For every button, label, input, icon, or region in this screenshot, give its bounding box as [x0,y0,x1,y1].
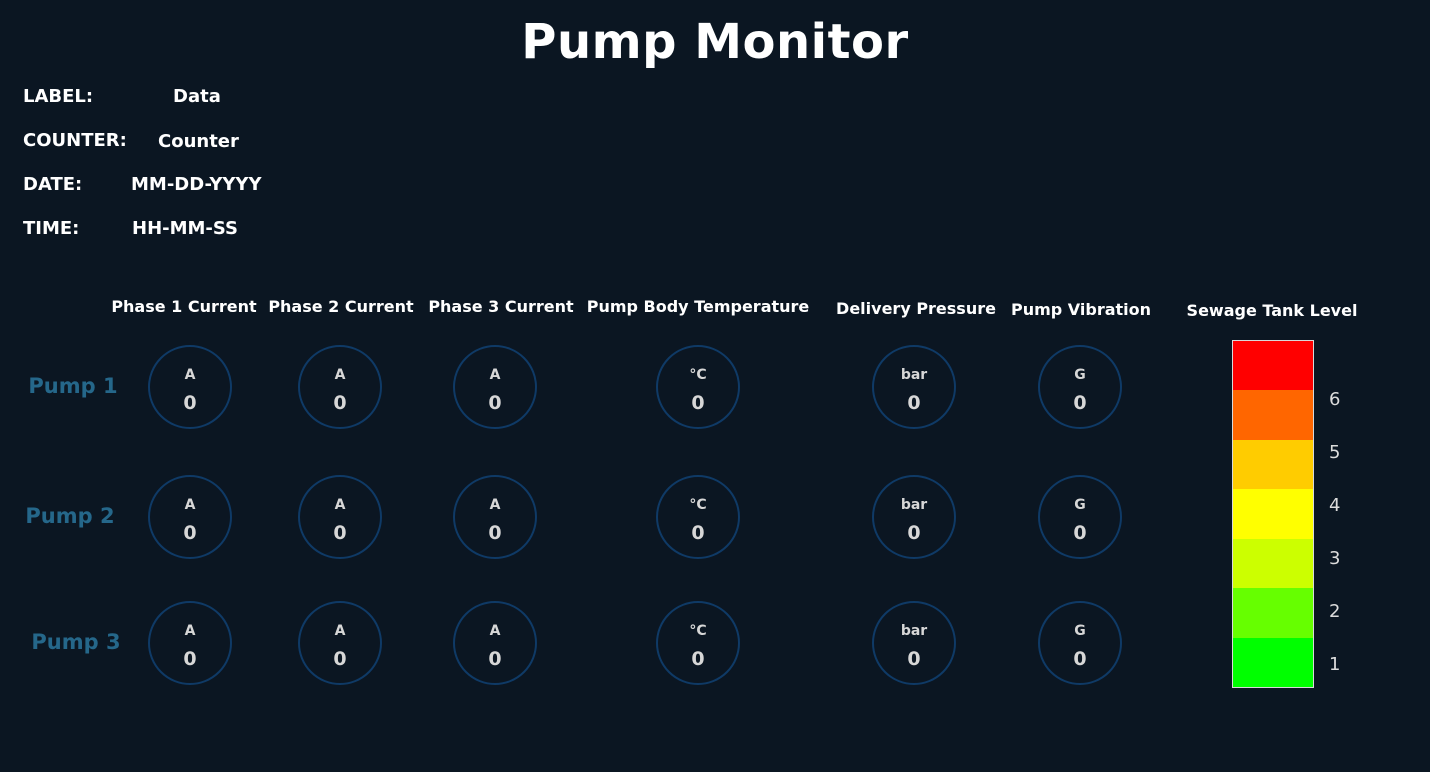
pump-monitor-page: Pump Monitor LABEL: Data COUNTER: Counte… [0,0,1430,772]
gauge-value: 0 [691,522,705,544]
tank-segment [1233,637,1313,687]
unit-label: A [184,497,196,513]
pump-1-phase-1-current-gauge: A 0 [148,345,232,429]
counter-value: Counter [158,131,239,152]
tank-segment [1233,588,1313,638]
pump-2-vibration-gauge: G 0 [1038,475,1122,559]
date-key: DATE: [23,174,83,195]
pump-3-delivery-pressure-gauge: bar 0 [872,601,956,685]
gauge-value: 0 [488,392,502,414]
pump-3-vibration-gauge: G 0 [1038,601,1122,685]
pump-1-body-temperature-gauge: °C 0 [656,345,740,429]
counter-key: COUNTER: [23,130,127,151]
pump-1-phase-3-current-gauge: A 0 [453,345,537,429]
gauge-value: 0 [691,392,705,414]
tank-tick-3: 3 [1329,548,1341,569]
pump-3-body-temperature-gauge: °C 0 [656,601,740,685]
pump-1-delivery-pressure-gauge: bar 0 [872,345,956,429]
pump-2-delivery-pressure-gauge: bar 0 [872,475,956,559]
gauge-value: 0 [183,522,197,544]
unit-label: G [1074,367,1086,383]
unit-label: A [334,497,346,513]
gauge-value: 0 [183,648,197,670]
gauge-value: 0 [183,392,197,414]
gauge-value: 0 [333,522,347,544]
sewage-tank-level-bar [1232,340,1314,688]
unit-label: °C [689,367,707,383]
unit-label: bar [900,367,928,383]
unit-label: °C [689,623,707,639]
gauge-value: 0 [1073,522,1087,544]
gauge-value: 0 [1073,648,1087,670]
tank-segment [1233,439,1313,490]
pump-2-phase-3-current-gauge: A 0 [453,475,537,559]
gauge-value: 0 [907,522,921,544]
gauge-value: 0 [691,648,705,670]
unit-label: bar [900,497,928,513]
unit-label: A [489,367,501,383]
pump-2-phase-2-current-gauge: A 0 [298,475,382,559]
tank-segment [1233,538,1313,589]
unit-label: G [1074,497,1086,513]
tank-tick-4: 4 [1329,495,1341,516]
time-key: TIME: [23,218,80,239]
gauge-value: 0 [333,392,347,414]
gauge-value: 0 [907,648,921,670]
pump-1-label: Pump 1 [28,374,118,398]
pump-3-phase-3-current-gauge: A 0 [453,601,537,685]
unit-label: G [1074,623,1086,639]
header-pump-body-temperature: Pump Body Temperature [586,297,810,316]
tank-tick-6: 6 [1329,389,1341,410]
pump-3-phase-1-current-gauge: A 0 [148,601,232,685]
header-sewage-tank-level: Sewage Tank Level [1186,301,1358,320]
tank-tick-1: 1 [1329,654,1341,675]
unit-label: A [489,623,501,639]
unit-label: A [184,367,196,383]
unit-label: °C [689,497,707,513]
label-key: LABEL: [23,86,94,107]
gauge-value: 0 [333,648,347,670]
unit-label: A [489,497,501,513]
gauge-value: 0 [488,522,502,544]
date-value: MM-DD-YYYY [131,174,262,195]
page-title: Pump Monitor [521,14,909,70]
tank-segment [1233,390,1313,440]
pump-2-label: Pump 2 [25,504,115,528]
gauge-value: 0 [907,392,921,414]
unit-label: A [334,367,346,383]
pump-1-vibration-gauge: G 0 [1038,345,1122,429]
header-phase-2-current: Phase 2 Current [268,297,414,316]
header-phase-1-current: Phase 1 Current [111,297,257,316]
label-value: Data [173,86,221,107]
pump-1-phase-2-current-gauge: A 0 [298,345,382,429]
time-value: HH-MM-SS [132,218,239,239]
header-pump-vibration: Pump Vibration [1010,300,1152,319]
tank-segment [1233,489,1313,539]
pump-3-phase-2-current-gauge: A 0 [298,601,382,685]
header-delivery-pressure: Delivery Pressure [836,299,996,318]
pump-3-label: Pump 3 [31,630,121,654]
unit-label: A [184,623,196,639]
gauge-value: 0 [488,648,502,670]
tank-tick-2: 2 [1329,601,1341,622]
tank-tick-5: 5 [1329,442,1341,463]
tank-segment [1233,341,1313,391]
pump-2-body-temperature-gauge: °C 0 [656,475,740,559]
header-phase-3-current: Phase 3 Current [428,297,574,316]
unit-label: A [334,623,346,639]
pump-2-phase-1-current-gauge: A 0 [148,475,232,559]
unit-label: bar [900,623,928,639]
gauge-value: 0 [1073,392,1087,414]
